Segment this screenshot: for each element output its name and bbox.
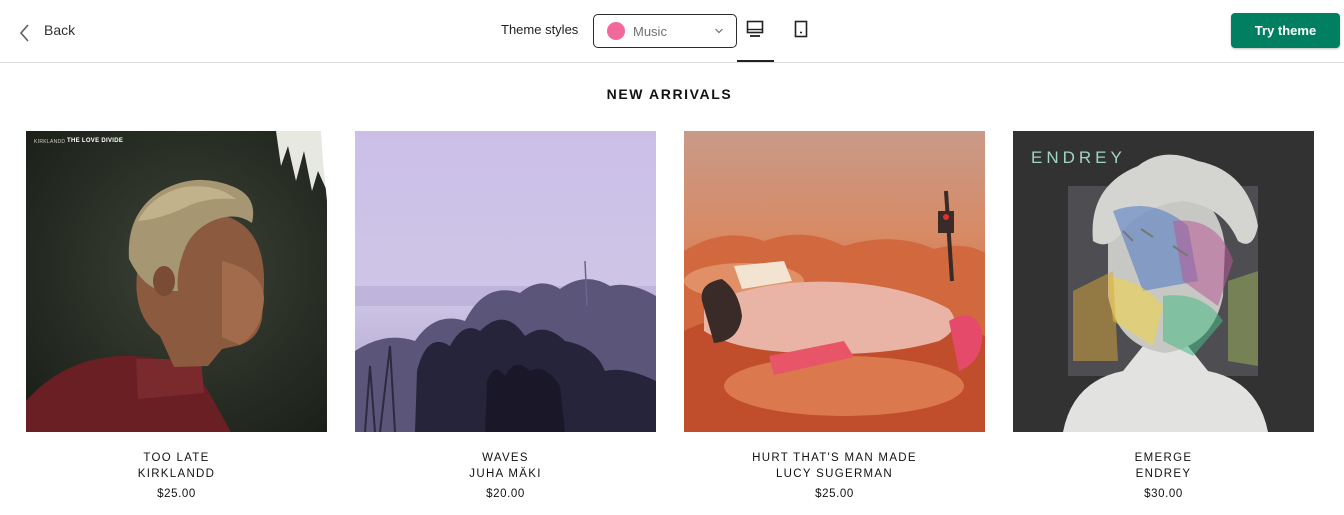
top-bar: Back Theme styles Music Try theme <box>0 0 1344 63</box>
product-artist: JUHA MÄKI <box>469 468 542 480</box>
theme-style-select[interactable]: Music <box>593 14 737 48</box>
selected-view-indicator <box>737 60 774 62</box>
chevron-left-icon <box>19 24 29 42</box>
desktop-icon <box>746 20 764 37</box>
product-card[interactable]: ENDREY EMERGE ENDREY $30.00 <box>1013 131 1314 503</box>
section-title: NEW ARRIVALS <box>606 86 733 102</box>
product-card[interactable]: KIRKLANDD THE LOVE DIVIDE TOO LATE KIRKL… <box>26 131 327 503</box>
product-artist: LUCY SUGERMAN <box>775 468 893 480</box>
album-cover-image[interactable] <box>355 131 656 432</box>
product-artist: ENDREY <box>1135 468 1192 480</box>
back-button[interactable]: Back <box>18 18 75 46</box>
chevron-down-icon <box>715 28 723 34</box>
product-price: $25.00 <box>815 488 854 500</box>
product-card[interactable]: WAVES JUHA MÄKI $20.00 <box>355 131 656 503</box>
album-cover-image[interactable] <box>684 131 985 432</box>
product-price: $30.00 <box>1144 488 1183 500</box>
theme-color-swatch <box>607 22 625 40</box>
album-cover-image[interactable]: KIRKLANDD THE LOVE DIVIDE <box>26 131 327 432</box>
product-title[interactable]: WAVES <box>355 450 656 466</box>
back-label: Back <box>44 22 76 38</box>
theme-select-value: Music <box>633 23 667 39</box>
mobile-icon <box>794 20 808 38</box>
theme-styles-label: Theme styles <box>501 22 579 37</box>
product-artist: KIRKLANDD <box>137 468 216 480</box>
mobile-view-button[interactable] <box>783 20 819 48</box>
product-title[interactable]: HURT THAT'S MAN MADE <box>684 450 985 466</box>
product-card[interactable]: HURT THAT'S MAN MADE LUCY SUGERMAN $25.0… <box>684 131 985 503</box>
cover-artist-text: ENDREY <box>1031 148 1126 167</box>
product-title[interactable]: TOO LATE <box>26 450 327 466</box>
product-title[interactable]: EMERGE <box>1013 450 1314 466</box>
desktop-view-button[interactable] <box>737 20 773 48</box>
album-cover-image[interactable]: ENDREY <box>1013 131 1314 432</box>
try-theme-button[interactable]: Try theme <box>1231 13 1340 48</box>
product-price: $25.00 <box>157 488 196 500</box>
cover-artist-text: KIRKLANDD <box>34 139 66 145</box>
product-price: $20.00 <box>486 488 525 500</box>
cover-album-text: THE LOVE DIVIDE <box>67 138 124 144</box>
